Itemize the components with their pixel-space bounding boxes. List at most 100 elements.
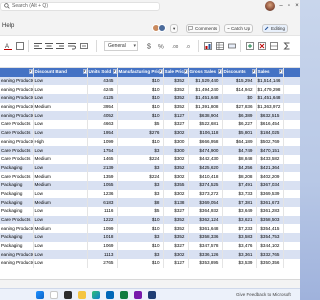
table-cell[interactable]: Low [33, 215, 88, 225]
search-taskbar-icon[interactable] [50, 291, 58, 299]
table-cell[interactable]: $1 [283, 241, 300, 251]
column-header[interactable]: Discount Band ▾ [33, 68, 88, 77]
table-cell[interactable]: $300 [163, 146, 189, 155]
table-cell[interactable]: $14,942 [222, 85, 257, 95]
currency-icon[interactable]: $ [146, 42, 154, 51]
table-cell[interactable]: $5 [117, 207, 164, 216]
table-cell[interactable]: $350,356 [256, 259, 284, 268]
table-cell[interactable]: $64,189 [222, 137, 257, 147]
table-cell[interactable]: $10 [117, 76, 164, 86]
table-cell[interactable]: $276 [117, 128, 164, 138]
table-cell[interactable]: Low [33, 120, 88, 129]
table-cell[interactable]: $442,430 [188, 154, 223, 164]
table-cell[interactable]: $302 [163, 172, 189, 181]
table-cell[interactable]: $361,673 [256, 198, 284, 207]
table-cell[interactable]: $352 [163, 215, 189, 225]
table-cell[interactable]: High [33, 137, 88, 147]
table-cell[interactable]: $358,503 [256, 215, 284, 225]
table-cell[interactable]: $224 [117, 154, 164, 164]
maximize-icon[interactable]: ▫ [285, 0, 293, 13]
table-cell[interactable]: Low [33, 241, 88, 251]
table-cell[interactable]: $1 [283, 215, 300, 225]
table-cell[interactable]: $1,451,648 [256, 94, 284, 103]
table-cell[interactable]: 1116 [87, 207, 118, 216]
table-cell[interactable]: $355 [163, 180, 189, 190]
table-cell[interactable]: $327 [163, 120, 189, 129]
table-cell[interactable]: $327 [163, 207, 189, 216]
table-cell[interactable]: $352 [163, 85, 189, 95]
table-cell[interactable]: Low [33, 233, 88, 242]
table-cell[interactable]: $302 [163, 189, 189, 199]
table-cell[interactable]: $1 [283, 189, 300, 199]
table-cell[interactable]: $1 [283, 198, 300, 207]
file-explorer-icon[interactable] [78, 291, 86, 299]
percent-icon[interactable]: % [158, 42, 166, 51]
table-cell[interactable]: $352 [163, 76, 189, 86]
table-cell[interactable]: $7,233 [222, 224, 257, 234]
table-cell[interactable]: Care Products [0, 146, 34, 155]
table-cell[interactable]: $402,209 [256, 172, 284, 181]
table-cell[interactable]: $127 [163, 259, 189, 268]
table-cell[interactable]: $10 [117, 94, 164, 103]
table-cell[interactable]: Care Products [0, 172, 34, 181]
table-cell[interactable]: $425,620 [188, 163, 223, 173]
search-box[interactable]: Search (Alt + Q) [0, 2, 160, 11]
spreadsheet-grid[interactable]: ▾ Discount Band ▾ Units Sold ▾ Manufacturi… [0, 68, 300, 288]
conditional-format-icon[interactable] [204, 42, 212, 50]
table-cell[interactable]: $344,102 [256, 241, 284, 251]
wrap-text-icon[interactable] [68, 42, 76, 50]
table-cell[interactable]: $666,958 [188, 137, 223, 147]
table-cell[interactable]: $1,494,240 [188, 85, 223, 95]
table-cell[interactable]: Packaging [0, 189, 34, 199]
filter-dropdown-icon[interactable]: ▾ [183, 69, 187, 74]
editing-mode-button[interactable]: Editing [262, 24, 289, 33]
table-cell[interactable]: $10 [117, 111, 164, 121]
table-cell[interactable]: $184,025 [256, 128, 284, 138]
close-icon[interactable]: × [293, 0, 300, 13]
column-header[interactable]: Discounts ▾ [222, 68, 257, 77]
table-cell[interactable]: Care Products [0, 154, 34, 164]
table-cell[interactable]: $138 [163, 198, 189, 207]
sum-icon[interactable] [283, 42, 291, 50]
table-cell[interactable]: 1359 [87, 172, 118, 181]
table-cell[interactable]: $3,539 [222, 259, 257, 268]
table-cell[interactable]: $3,621 [222, 215, 257, 225]
table-cell[interactable]: $1,451,648 [188, 94, 223, 103]
table-cell[interactable]: $1 [283, 224, 300, 234]
font-color-icon[interactable]: A [4, 42, 12, 50]
table-cell[interactable]: 1754 [87, 146, 118, 155]
format-as-table-icon[interactable] [216, 42, 224, 50]
table-cell[interactable]: $361,283 [256, 207, 284, 216]
feedback-link[interactable]: Give Feedback to Microsoft [236, 292, 291, 297]
excel-app-icon[interactable] [120, 291, 128, 299]
align-center-icon[interactable] [45, 42, 53, 50]
table-cell[interactable]: 1236 [87, 189, 118, 199]
table-cell[interactable]: eaning Products [0, 111, 34, 121]
table-cell[interactable]: $1 [283, 137, 300, 147]
table-cell[interactable]: $1 [283, 250, 300, 260]
table-cell[interactable]: 2765 [87, 259, 118, 268]
table-cell[interactable]: $10 [117, 102, 164, 112]
table-cell[interactable]: $1 [283, 120, 300, 129]
decrease-decimal-icon[interactable]: .0 [186, 42, 194, 50]
table-cell[interactable]: $5,801 [222, 128, 257, 138]
table-cell[interactable]: $502,769 [256, 137, 284, 147]
table-cell[interactable]: $3 [117, 189, 164, 199]
table-cell[interactable]: 1055 [87, 180, 118, 190]
table-cell[interactable]: $3 [117, 233, 164, 242]
table-cell[interactable]: $3 [117, 250, 164, 260]
table-cell[interactable]: 1018 [87, 233, 118, 242]
filter-dropdown-icon[interactable]: ▾ [112, 69, 116, 74]
table-cell[interactable]: Medium [33, 224, 88, 234]
increase-decimal-icon[interactable]: .00 [172, 42, 180, 50]
table-cell[interactable]: $358,336 [188, 233, 223, 242]
table-cell[interactable]: $474,900 [188, 146, 223, 155]
formula-bar[interactable] [0, 56, 300, 68]
teams-icon[interactable] [148, 291, 156, 299]
store-icon[interactable] [106, 291, 114, 299]
table-cell[interactable]: $15,294 [222, 76, 257, 86]
table-cell[interactable]: $10 [117, 241, 164, 251]
table-cell[interactable]: Low [33, 111, 88, 121]
table-cell[interactable]: $8,848 [222, 154, 257, 164]
table-cell[interactable]: $327 [163, 241, 189, 251]
